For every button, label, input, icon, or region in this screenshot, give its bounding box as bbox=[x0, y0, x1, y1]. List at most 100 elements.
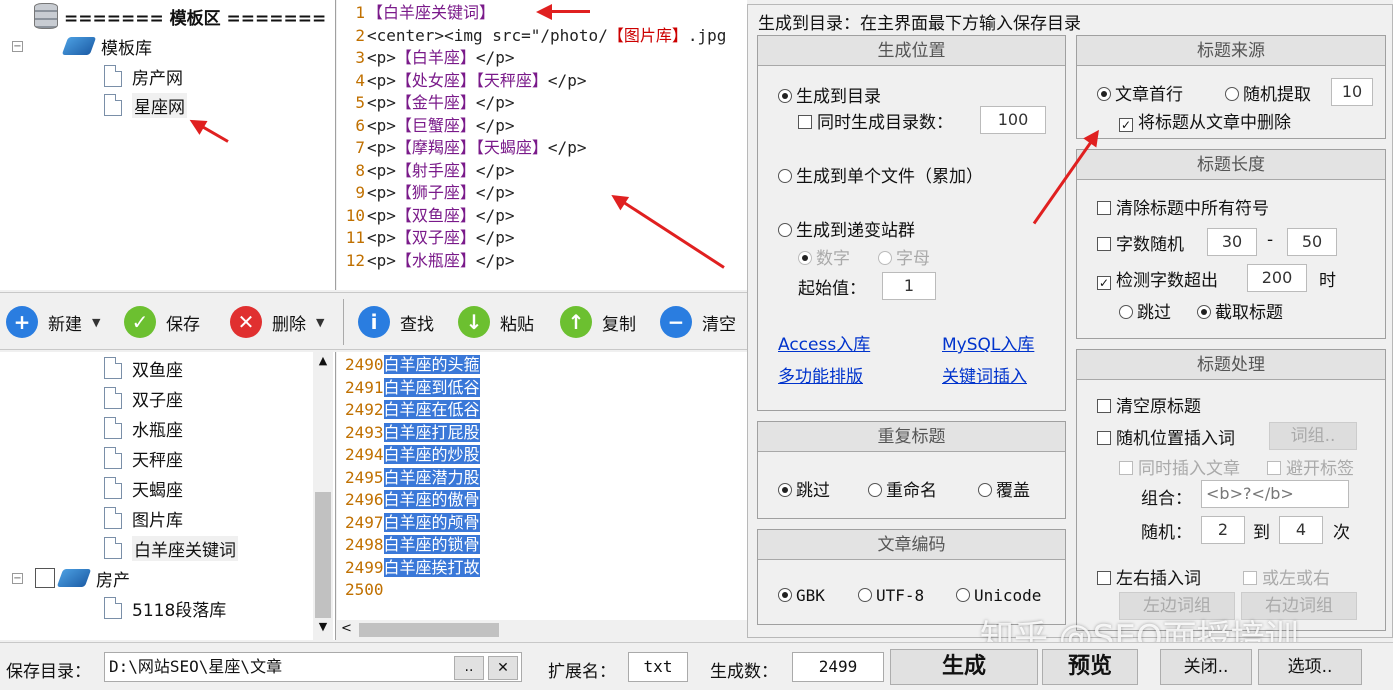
radio-dup-rename[interactable]: 重命名 bbox=[868, 476, 937, 501]
tree-item[interactable]: 图片库 bbox=[104, 504, 183, 532]
scroll-up-icon[interactable]: ▲ bbox=[313, 354, 333, 367]
access-import-link[interactable]: Access入库 bbox=[778, 330, 870, 355]
radio-dup-skip[interactable]: 跳过 bbox=[778, 476, 830, 501]
group-checkbox[interactable] bbox=[35, 568, 55, 588]
checkbox-random-insert[interactable]: 随机位置插入词 bbox=[1097, 424, 1235, 449]
checkbox-remove-title[interactable]: ✓ 将标题从文章中删除 bbox=[1119, 108, 1291, 133]
checkbox-avoid-tags[interactable]: 避开标签 bbox=[1267, 454, 1354, 479]
random-from-input[interactable]: 2 bbox=[1201, 516, 1245, 544]
save-button[interactable]: ✓ 保存 bbox=[124, 305, 200, 339]
chevron-down-icon[interactable]: ▼ bbox=[92, 316, 100, 329]
checkbox-detect-over[interactable]: ✓ 检测字数超出 bbox=[1097, 266, 1218, 291]
radio-to-dir[interactable]: 生成到目录 bbox=[778, 82, 881, 107]
collapse-icon[interactable]: − bbox=[12, 572, 23, 584]
code-line[interactable]: 5 <p>【金牛座】</p> bbox=[337, 92, 514, 114]
keyword-row[interactable]: 2491白羊座到低谷 bbox=[345, 377, 480, 399]
tree-item[interactable]: 5118段落库 bbox=[104, 594, 226, 622]
library-tree[interactable]: 双鱼座 双子座 水瓶座 天秤座 天蝎座 图片库 白羊座关键词 − 房产 5118… bbox=[0, 352, 336, 640]
word-group-button[interactable]: 词组.. bbox=[1269, 422, 1357, 450]
delete-button[interactable]: ✕ 删除 ▼ bbox=[230, 305, 324, 339]
radio-letter[interactable]: 字母 bbox=[878, 244, 930, 269]
chevron-down-icon[interactable]: ▼ bbox=[316, 316, 324, 329]
keyword-row[interactable]: 2496白羊座的傲骨 bbox=[345, 489, 480, 511]
radio-random-extract[interactable]: 随机提取 bbox=[1225, 80, 1311, 105]
code-line[interactable]: 2 <center><img src="/photo/【图片库】.jpg bbox=[337, 25, 726, 47]
collapse-icon[interactable]: − bbox=[12, 40, 23, 52]
checkbox-left-or-right[interactable]: 或左或右 bbox=[1243, 564, 1330, 589]
checkbox-lr-insert[interactable]: 左右插入词 bbox=[1097, 564, 1201, 589]
code-line[interactable]: 8 <p>【射手座】</p> bbox=[337, 160, 514, 182]
tree-item[interactable]: 双子座 bbox=[104, 384, 183, 412]
radio-first-line[interactable]: 文章首行 bbox=[1097, 80, 1183, 105]
checkbox-clear-original[interactable]: 清空原标题 bbox=[1097, 392, 1201, 417]
radio-over-skip[interactable]: 跳过 bbox=[1119, 298, 1171, 323]
over-length-input[interactable]: 200 bbox=[1247, 264, 1307, 292]
code-line[interactable]: 4 <p>【处女座】【天秤座】</p> bbox=[337, 70, 586, 92]
radio-digit[interactable]: 数字 bbox=[798, 244, 850, 269]
tree-item[interactable]: 双鱼座 bbox=[104, 354, 183, 382]
generate-button[interactable]: 生成 bbox=[890, 649, 1038, 685]
radio-over-truncate[interactable]: 截取标题 bbox=[1197, 298, 1283, 323]
radio-gbk[interactable]: GBK bbox=[778, 586, 825, 605]
max-length-input[interactable]: 50 bbox=[1287, 228, 1337, 256]
combo-input[interactable]: <b>?</b> bbox=[1201, 480, 1349, 508]
browse-button[interactable]: .. bbox=[454, 656, 484, 680]
random-to-input[interactable]: 4 bbox=[1279, 516, 1323, 544]
checkbox-random-length[interactable]: 字数随机 bbox=[1097, 230, 1184, 255]
radio-unicode[interactable]: Unicode bbox=[956, 586, 1041, 605]
keyword-row[interactable]: 2490白羊座的头箍 bbox=[345, 354, 480, 376]
tree-item[interactable]: 天蝎座 bbox=[104, 474, 183, 502]
code-line[interactable]: 7 <p>【摩羯座】【天蝎座】</p> bbox=[337, 137, 586, 159]
code-line[interactable]: 3 <p>【白羊座】</p> bbox=[337, 47, 514, 69]
code-line[interactable]: 9 <p>【狮子座】</p> bbox=[337, 182, 514, 204]
tree-item-house-site[interactable]: 房产网 bbox=[104, 62, 183, 90]
radio-utf8[interactable]: UTF-8 bbox=[858, 586, 924, 605]
tree-item[interactable]: 水瓶座 bbox=[104, 414, 183, 442]
checkbox-clear-symbols[interactable]: 清除标题中所有符号 bbox=[1097, 194, 1269, 219]
code-line[interactable]: 12 <p>【水瓶座】</p> bbox=[337, 250, 515, 272]
checkbox-also-gen[interactable]: 同时生成目录数： bbox=[798, 108, 953, 133]
checkbox-also-insert-article[interactable]: 同时插入文章 bbox=[1119, 454, 1240, 479]
code-line[interactable]: 1 【白羊座关键词】 bbox=[337, 2, 495, 24]
mysql-import-link[interactable]: MySQL入库 bbox=[942, 330, 1034, 355]
keyword-list-hscrollbar[interactable]: < bbox=[337, 620, 747, 640]
keyword-list-editor[interactable]: 2490白羊座的头箍 2491白羊座到低谷 2492白羊座在低谷 2493白羊座打屁股… bbox=[337, 352, 747, 620]
template-code-editor[interactable]: 1 【白羊座关键词】 2 <center><img src="/photo/【图片库】… bbox=[337, 0, 747, 290]
ext-input[interactable]: txt bbox=[628, 652, 688, 682]
keyword-row[interactable]: 2499白羊座挨打故 bbox=[345, 557, 480, 579]
tree-item-selected[interactable]: 白羊座关键词 bbox=[104, 534, 238, 562]
clear-dir-button[interactable]: ✕ bbox=[488, 656, 518, 680]
radio-site-group[interactable]: 生成到递变站群 bbox=[778, 216, 915, 241]
scroll-down-icon[interactable]: ▼ bbox=[313, 620, 333, 633]
keyword-row[interactable]: 2497白羊座的颅骨 bbox=[345, 512, 480, 534]
dir-count-input[interactable]: 100 bbox=[980, 106, 1046, 134]
template-tree[interactable]: ======= 模板区 ======= − 模板库 房产网 星座网 bbox=[0, 0, 336, 290]
keyword-row[interactable]: 2494白羊座的炒股 bbox=[345, 444, 480, 466]
scroll-left-icon[interactable]: < bbox=[341, 621, 352, 636]
scrollbar-thumb[interactable] bbox=[359, 623, 499, 637]
radio-dup-overwrite[interactable]: 覆盖 bbox=[978, 476, 1030, 501]
clear-button[interactable]: − 清空 bbox=[660, 305, 736, 339]
code-line[interactable]: 6 <p>【巨蟹座】</p> bbox=[337, 115, 514, 137]
keyword-insert-link[interactable]: 关键词插入 bbox=[942, 362, 1027, 387]
find-button[interactable]: i 查找 bbox=[358, 305, 434, 339]
keyword-row[interactable]: 2492白羊座在低谷 bbox=[345, 399, 480, 421]
keyword-row[interactable]: 2495白羊座潜力股 bbox=[345, 467, 480, 489]
options-button[interactable]: 选项.. bbox=[1258, 649, 1362, 685]
template-tree-header[interactable]: ======= 模板区 ======= bbox=[34, 2, 326, 30]
close-button[interactable]: 关闭.. bbox=[1160, 649, 1252, 685]
copy-button[interactable]: ↑ 复制 bbox=[560, 305, 636, 339]
random-extract-input[interactable]: 10 bbox=[1331, 78, 1373, 106]
code-line[interactable]: 11 <p>【双子座】</p> bbox=[337, 227, 515, 249]
tree-item-star-site[interactable]: 星座网 bbox=[104, 91, 187, 119]
tree-item-template-lib[interactable]: − 模板库 bbox=[12, 32, 152, 60]
library-tree-scrollbar[interactable]: ▲ ▼ bbox=[313, 352, 333, 640]
new-button[interactable]: + 新建 ▼ bbox=[6, 305, 100, 339]
tree-item[interactable]: 天秤座 bbox=[104, 444, 183, 472]
radio-single-file[interactable]: 生成到单个文件（累加） bbox=[778, 162, 983, 187]
count-input[interactable]: 2499 bbox=[792, 652, 884, 682]
layout-link[interactable]: 多功能排版 bbox=[778, 362, 863, 387]
preview-button[interactable]: 预览 bbox=[1042, 649, 1138, 685]
min-length-input[interactable]: 30 bbox=[1207, 228, 1257, 256]
keyword-row[interactable]: 2500 bbox=[345, 579, 384, 601]
